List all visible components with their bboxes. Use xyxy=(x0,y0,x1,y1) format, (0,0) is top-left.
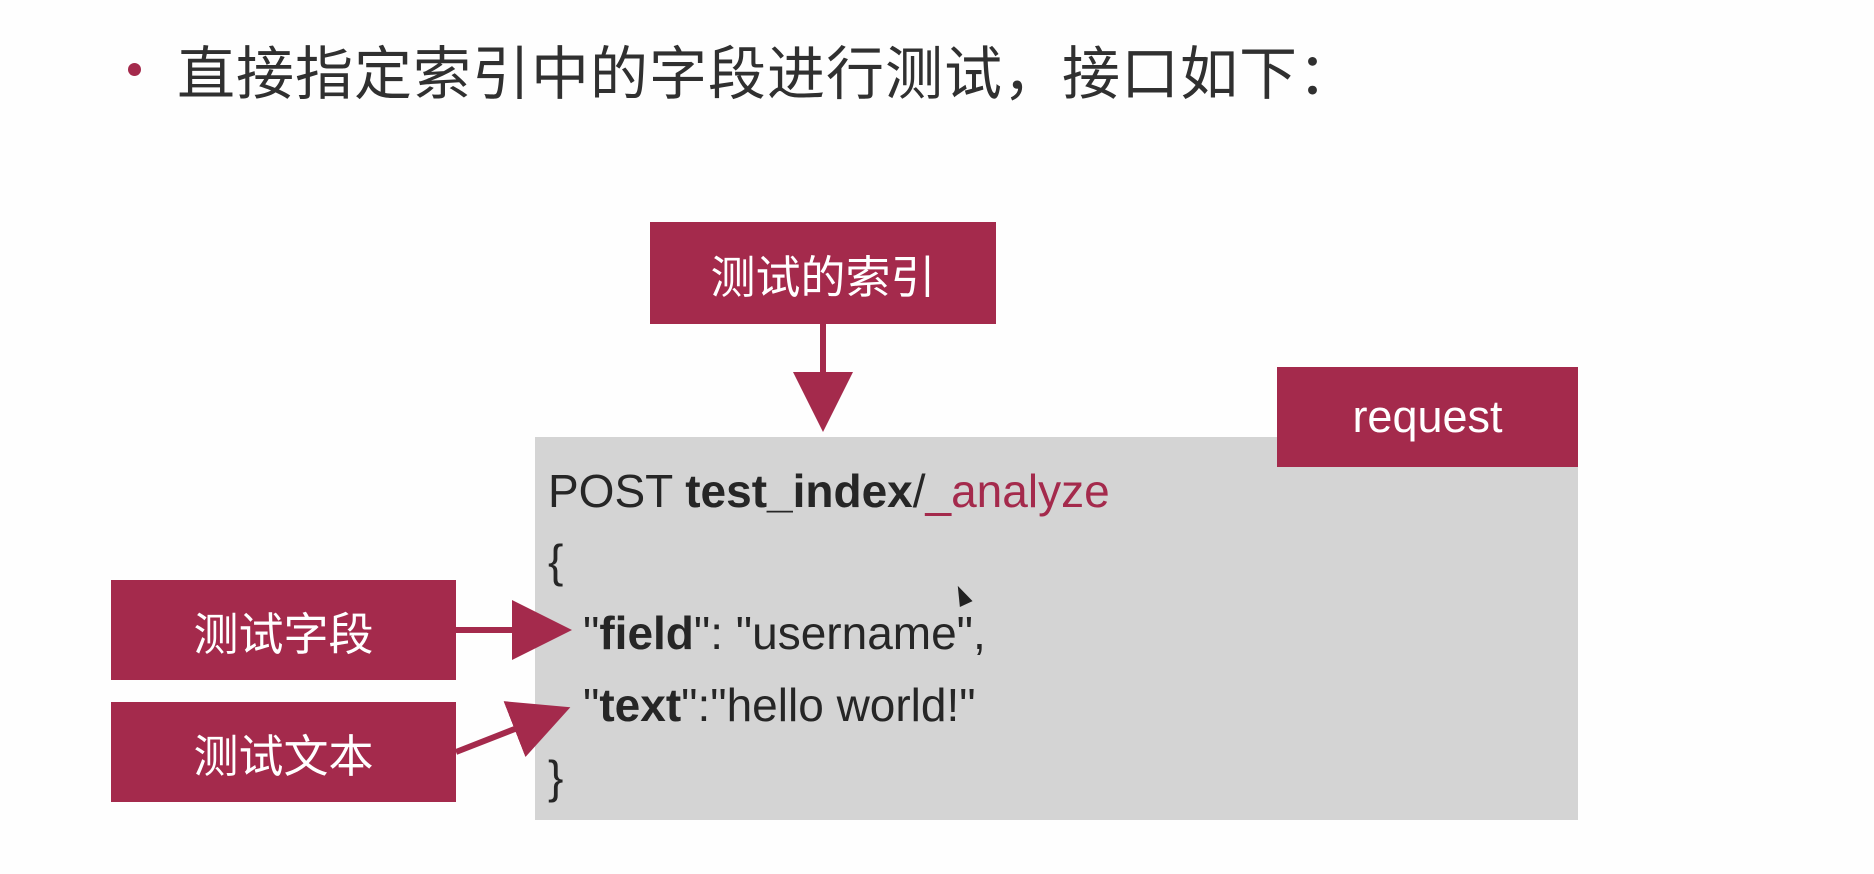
bullet-heading-row: 直接指定索引中的字段进行测试，接口如下： xyxy=(128,24,1357,114)
request-label-tag: request xyxy=(1277,367,1578,467)
analyze-endpoint: _analyze xyxy=(925,465,1110,517)
text-quote: " xyxy=(583,679,600,731)
http-method: POST xyxy=(548,465,686,517)
code-line-request: POST test_index/_analyze xyxy=(548,461,1110,521)
field-quote: " xyxy=(583,607,600,659)
path-slash: / xyxy=(912,465,926,517)
bullet-dot-icon xyxy=(128,62,141,76)
slide: 直接指定索引中的字段进行测试，接口如下： 测试的索引 request POST … xyxy=(0,0,1874,874)
field-value: ": "username", xyxy=(693,607,986,659)
field-label-tag: 测试字段 xyxy=(111,580,456,680)
code-line-close-brace: } xyxy=(548,751,564,803)
text-label-tag: 测试文本 xyxy=(111,702,456,802)
text-value: ":"hello world!" xyxy=(681,679,976,731)
code-line-open-brace: { xyxy=(548,535,564,587)
code-line-field: "field": "username", xyxy=(583,603,986,663)
index-name: test_index xyxy=(685,465,913,517)
text-key: text xyxy=(599,679,682,731)
field-key: field xyxy=(599,607,694,659)
code-line-text: "text":"hello world!" xyxy=(583,675,976,735)
index-label-tag: 测试的索引 xyxy=(650,222,996,324)
heading-text: 直接指定索引中的字段进行测试，接口如下： xyxy=(177,40,1358,108)
